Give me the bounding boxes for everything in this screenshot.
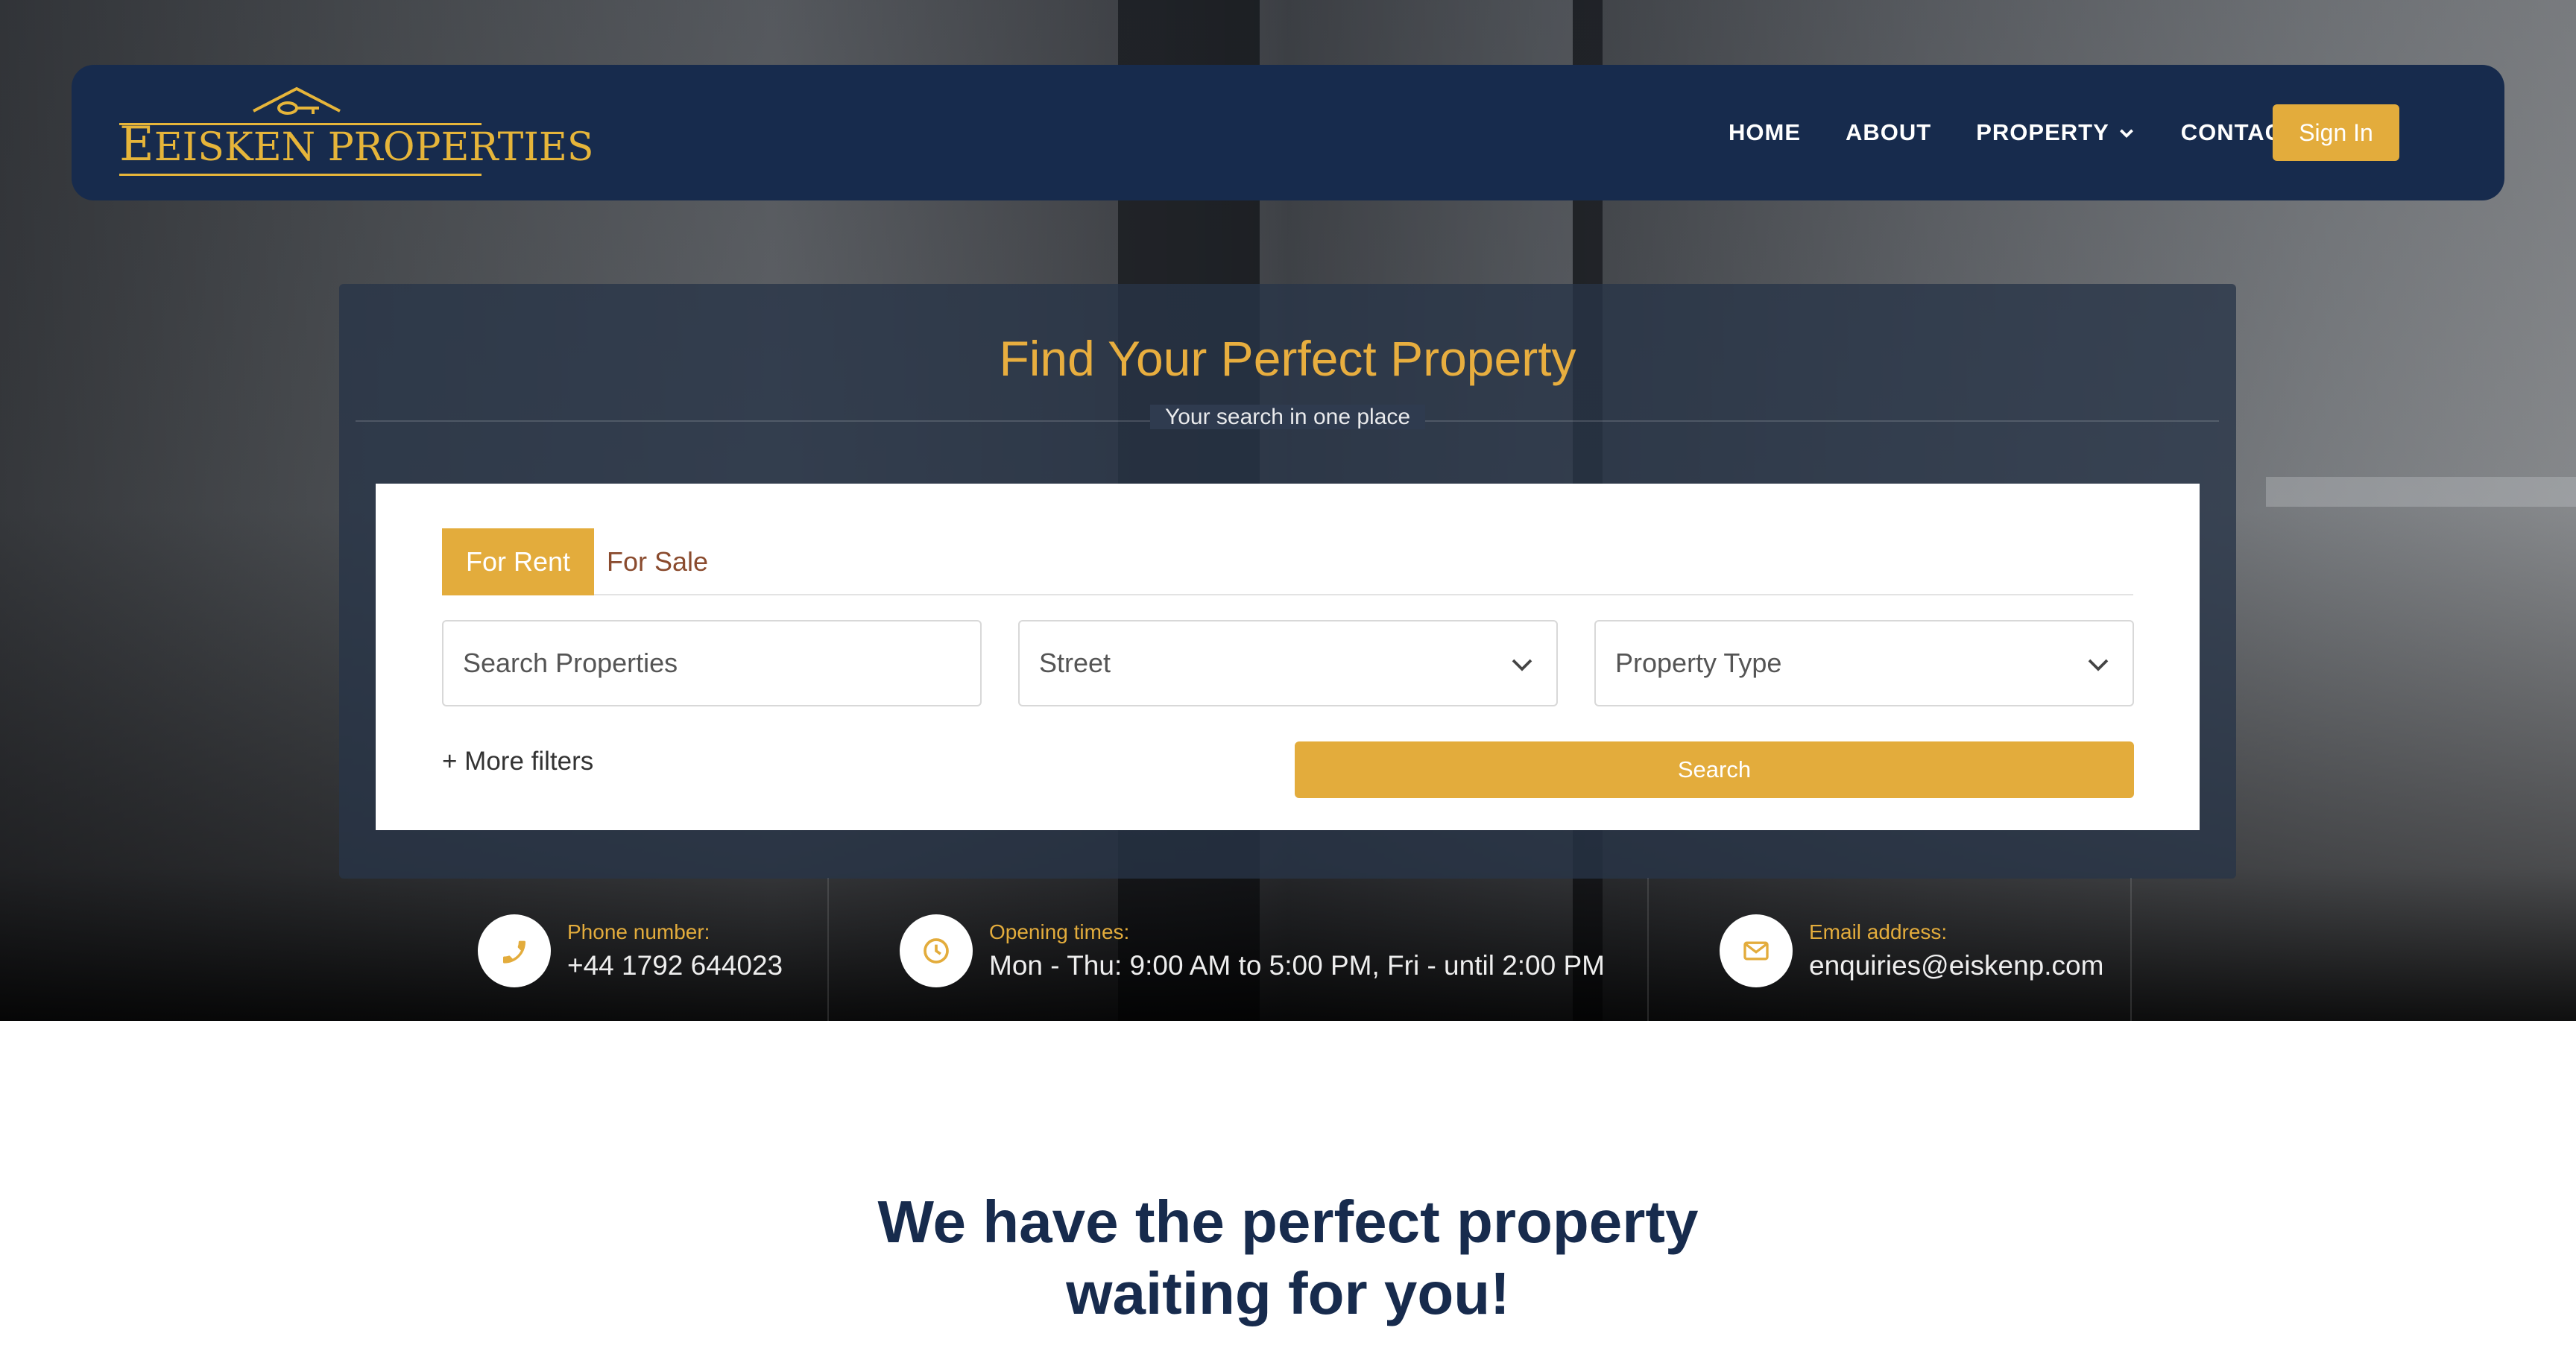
nav-property[interactable]: PROPERTY [1976, 119, 2136, 146]
envelope-icon-circle [1720, 914, 1793, 987]
contact-divider [1647, 878, 1649, 1021]
property-type-select[interactable]: Property Type [1594, 620, 2134, 706]
search-input-placeholder: Search Properties [463, 648, 678, 678]
phone-value[interactable]: +44 1792 644023 [567, 950, 783, 981]
nav-about[interactable]: ABOUT [1846, 119, 1931, 146]
nav-home-label: HOME [1729, 119, 1802, 145]
brand-name-part2: Properties [327, 125, 594, 170]
search-panel: Find Your Perfect Property Your search i… [339, 284, 2236, 879]
house-key-icon [253, 86, 341, 115]
contact-strip: Phone number: +44 1792 644023 Opening ti… [0, 878, 2576, 1021]
navbar: EEisken Properties HOME ABOUT PROPERTY C… [72, 65, 2504, 200]
search-subtitle-text: Your search in one place [1149, 405, 1426, 429]
phone-icon-circle [478, 914, 551, 987]
tab-for-rent[interactable]: For Rent [442, 528, 594, 595]
phone-icon [503, 940, 525, 964]
chevron-down-icon [1512, 659, 1532, 671]
nav-about-label: ABOUT [1846, 119, 1932, 145]
listing-tabs: For Rent For Sale [442, 528, 2133, 595]
phone-label: Phone number: [567, 920, 710, 943]
contact-divider [827, 878, 829, 1021]
street-select[interactable]: Street [1018, 620, 1558, 706]
clock-icon-circle [900, 914, 973, 987]
brand-name-part1: Eisken [154, 125, 316, 170]
headline-line-1: We have the perfect property [877, 1189, 1699, 1255]
tab-for-sale[interactable]: For Sale [594, 528, 721, 595]
contact-divider [2130, 878, 2132, 1021]
nav-home[interactable]: HOME [1729, 119, 1801, 146]
logo-rule-bottom [119, 174, 482, 176]
nav-menu: HOME ABOUT PROPERTY CONTACT [1729, 65, 2297, 200]
chevron-down-icon [2088, 659, 2109, 671]
search-form: For Rent For Sale Search Properties Stre… [376, 484, 2200, 830]
search-button[interactable]: Search [1295, 741, 2134, 798]
contact-hours: Opening times: Mon - Thu: 9:00 AM to 5:0… [900, 914, 1605, 988]
street-select-value: Street [1039, 648, 1111, 678]
sign-in-button[interactable]: Sign In [2273, 104, 2399, 161]
search-input[interactable]: Search Properties [442, 620, 982, 706]
brand-name: EEisken Properties [119, 117, 594, 172]
nav-property-label: PROPERTY [1976, 119, 2109, 145]
email-label: Email address: [1809, 920, 1948, 943]
property-type-select-value: Property Type [1615, 648, 1782, 678]
headline-line-2: waiting for you! [1066, 1260, 1510, 1326]
search-subtitle: Your search in one place [339, 405, 2236, 430]
section-headline: We have the perfect property waiting for… [0, 1186, 2576, 1329]
contact-email: Email address: enquiries@eiskenp.com [1720, 914, 2103, 988]
email-value[interactable]: enquiries@eiskenp.com [1809, 950, 2103, 981]
hours-value: Mon - Thu: 9:00 AM to 5:00 PM, Fri - unt… [989, 950, 1605, 981]
contact-phone: Phone number: +44 1792 644023 [478, 914, 783, 988]
search-title: Find Your Perfect Property [999, 331, 1576, 386]
brand-logo[interactable]: EEisken Properties [119, 86, 594, 178]
envelope-icon [1743, 941, 1769, 961]
clock-icon [924, 938, 949, 964]
hours-label: Opening times: [989, 920, 1130, 943]
more-filters-link[interactable]: + More filters [442, 747, 593, 776]
chevron-down-icon [2119, 129, 2133, 139]
